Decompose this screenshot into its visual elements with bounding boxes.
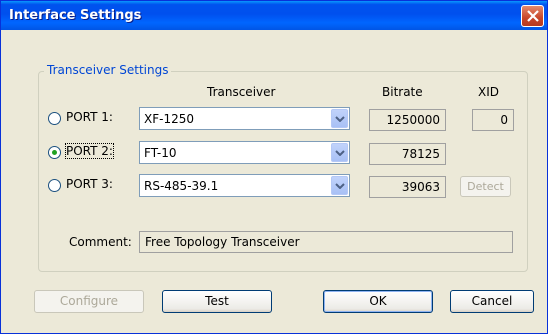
port-3-dropdown-button[interactable] [331,176,348,195]
port-1-xid-field: 0 [472,109,514,131]
port-3-bitrate-value: 39063 [401,180,440,194]
port-1-bitrate-value: 1250000 [386,113,440,127]
port-1-bitrate-field: 1250000 [369,109,446,131]
title-bar[interactable]: Interface Settings [1,1,547,30]
port-3-label[interactable]: PORT 3: [66,177,113,191]
port-2-transceiver-select[interactable]: FT-10 [139,141,350,164]
chevron-down-icon [335,116,345,122]
port-2-radio[interactable] [48,146,61,159]
chevron-down-icon [335,183,345,189]
port-2-label[interactable]: PORT 2: [65,143,114,159]
close-button[interactable] [521,5,544,27]
window-title: Interface Settings [9,8,142,23]
xid-header: XID [478,85,499,99]
detect-button[interactable]: Detect [460,176,511,197]
comment-value: Free Topology Transceiver [145,235,300,249]
close-icon [527,10,539,22]
bitrate-header: Bitrate [382,85,423,99]
port-3-transceiver-select[interactable]: RS-485-39.1 [139,174,350,197]
port-3-radio[interactable] [48,179,61,192]
port-1-transceiver-select[interactable]: XF-1250 [139,107,350,130]
configure-button[interactable]: Configure [34,290,144,313]
port-2-transceiver-value: FT-10 [144,146,177,160]
port-1-label[interactable]: PORT 1: [66,110,113,124]
port-2-dropdown-button[interactable] [331,143,348,162]
cancel-button[interactable]: Cancel [450,290,534,313]
port-3-transceiver-value: RS-485-39.1 [144,179,219,193]
test-button[interactable]: Test [162,290,272,313]
port-1-radio[interactable] [48,112,61,125]
comment-label: Comment: [69,235,132,249]
chevron-down-icon [335,150,345,156]
port-2-bitrate-field: 78125 [369,143,446,165]
port-1-dropdown-button[interactable] [331,109,348,128]
port-1-transceiver-value: XF-1250 [144,112,194,126]
port-1-xid-value: 0 [500,113,508,127]
port-2-bitrate-value: 78125 [401,147,440,161]
transceiver-header: Transceiver [207,85,276,99]
port-3-bitrate-field: 39063 [369,176,446,198]
comment-field: Free Topology Transceiver [139,231,513,253]
ok-button[interactable]: OK [323,290,433,313]
group-label: Transceiver Settings [44,63,172,77]
interface-settings-dialog: Interface Settings Transceiver Settings … [0,0,548,334]
